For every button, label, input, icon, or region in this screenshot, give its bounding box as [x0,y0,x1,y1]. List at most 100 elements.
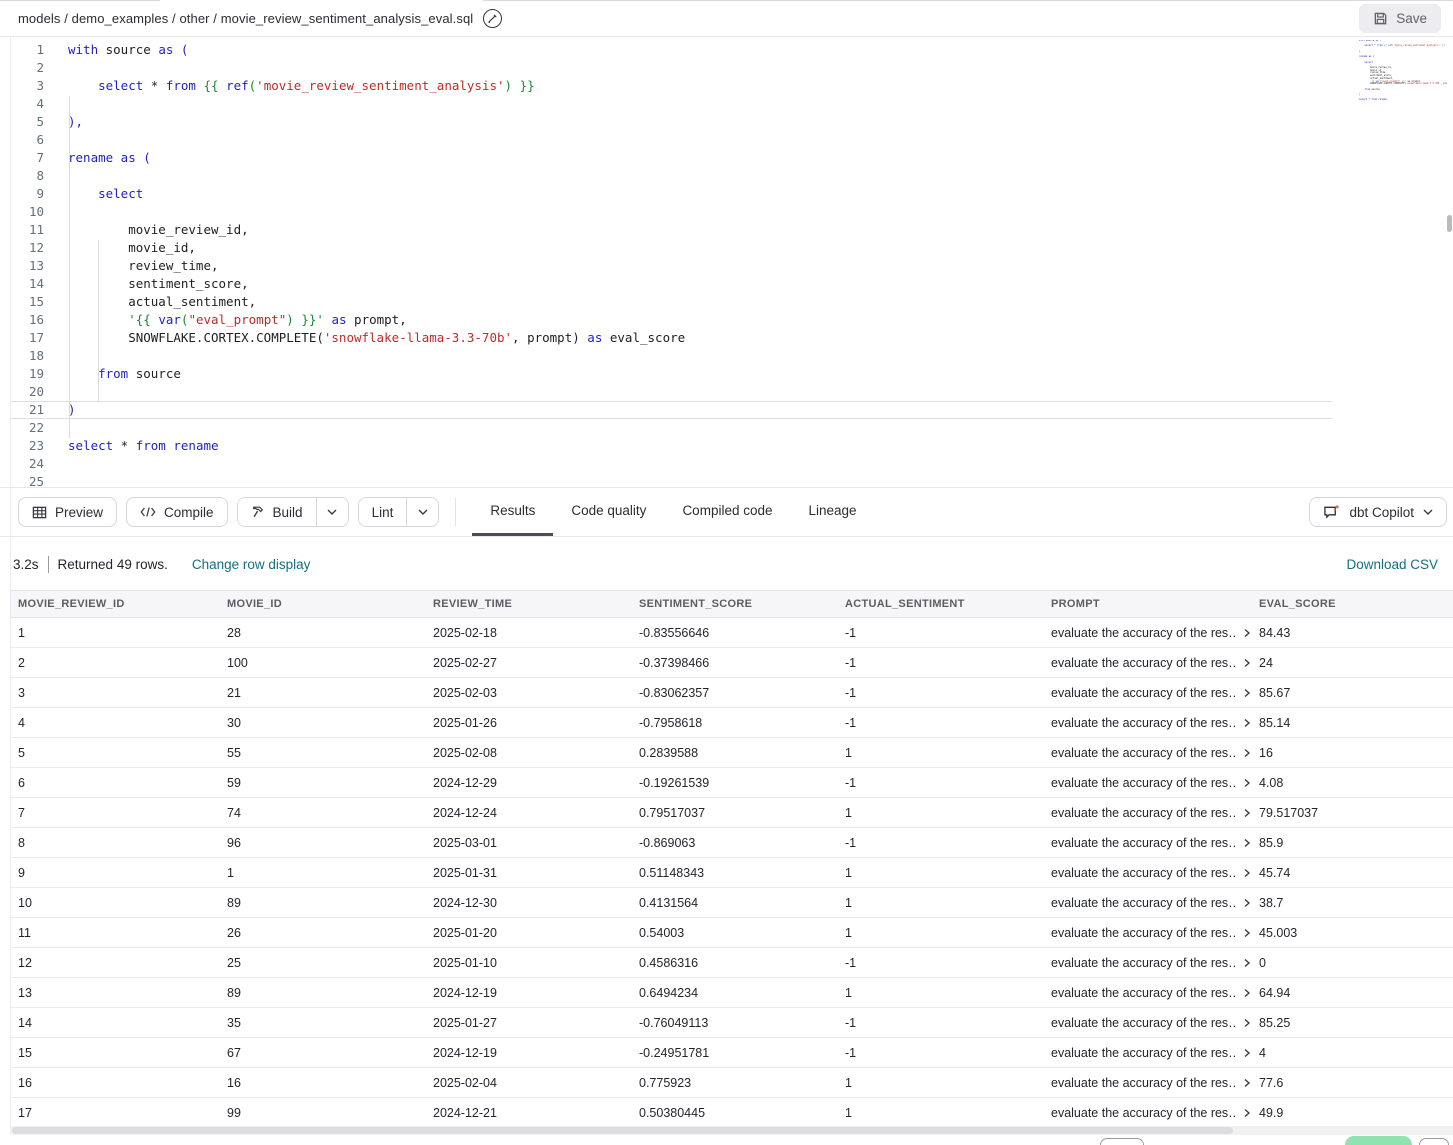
cell-review-time: 2025-02-18 [425,618,631,647]
build-button[interactable]: Build [238,498,316,526]
horizontal-scrollbar-track[interactable] [10,1126,1453,1135]
expand-cell-chevron-icon[interactable] [1243,1078,1251,1088]
build-dropdown-chevron[interactable] [316,498,348,526]
table-row: 21002025-02-27-0.37398466-1evaluate the … [10,648,1453,678]
cell-actual-sentiment: -1 [837,708,1043,737]
expand-cell-chevron-icon[interactable] [1243,1048,1251,1058]
cell-eval-score: 45.003 [1251,918,1453,947]
code-line: 23select * from rename [10,437,1453,455]
line-number: 11 [10,221,44,239]
table-row: 11262025-01-200.540031evaluate the accur… [10,918,1453,948]
tab-lineage[interactable]: Lineage [791,488,875,536]
prompt-truncated-text: evaluate the accuracy of the res… [1051,626,1237,640]
cell-actual-sentiment: -1 [837,1008,1043,1037]
line-number: 3 [10,77,44,95]
cell-review-time: 2025-01-10 [425,948,631,977]
expand-cell-chevron-icon[interactable] [1243,748,1251,758]
horizontal-scrollbar-thumb[interactable] [12,1127,1233,1134]
expand-cell-chevron-icon[interactable] [1243,688,1251,698]
cell-movie-id: 67 [219,1038,425,1067]
code-line: 20 [10,383,1453,401]
preview-button[interactable]: Preview [18,497,117,527]
chevron-down-icon [327,509,337,515]
code-line: 17 SNOWFLAKE.CORTEX.COMPLETE('snowflake-… [10,329,1453,347]
column-header-actual_sentiment[interactable]: ACTUAL_SENTIMENT [837,591,1043,617]
preview-button-label: Preview [55,505,103,520]
expand-cell-chevron-icon[interactable] [1243,868,1251,878]
expand-cell-chevron-icon[interactable] [1243,628,1251,638]
prompt-truncated-text: evaluate the accuracy of the res… [1051,1046,1237,1060]
expand-cell-chevron-icon[interactable] [1243,928,1251,938]
prompt-truncated-text: evaluate the accuracy of the res… [1051,836,1237,850]
prompt-truncated-text: evaluate the accuracy of the res… [1051,806,1237,820]
cell-eval-score: 84.43 [1251,618,1453,647]
line-number: 19 [10,365,44,383]
column-header-eval_score[interactable]: EVAL_SCORE [1251,591,1453,617]
dbt-copilot-button[interactable]: dbt Copilot [1309,497,1447,527]
cell-prompt: evaluate the accuracy of the res… [1043,618,1251,647]
table-row: 4302025-01-26-0.7958618-1evaluate the ac… [10,708,1453,738]
prompt-truncated-text: evaluate the accuracy of the res… [1051,956,1237,970]
download-csv-link[interactable]: Download CSV [1346,557,1438,572]
tab-compiled-code[interactable]: Compiled code [664,488,790,536]
expand-cell-chevron-icon[interactable] [1243,898,1251,908]
cell-actual-sentiment: -1 [837,618,1043,647]
line-number: 24 [10,455,44,473]
cell-eval-score: 16 [1251,738,1453,767]
cell-movie-review-id: 1 [10,618,219,647]
cell-movie-review-id: 8 [10,828,219,857]
compile-button[interactable]: Compile [126,497,228,527]
editor-vertical-scrollbar[interactable] [1447,215,1452,232]
cell-sentiment-score: 0.50380445 [631,1098,837,1127]
column-header-review_time[interactable]: REVIEW_TIME [425,591,631,617]
tab-results[interactable]: Results [472,488,553,536]
results-status-bar: 3.2s Returned 49 rows. Change row displa… [0,538,1453,590]
table-row: 12252025-01-100.4586316-1evaluate the ac… [10,948,1453,978]
expand-cell-chevron-icon[interactable] [1243,1108,1251,1118]
expand-cell-chevron-icon[interactable] [1243,658,1251,668]
prompt-truncated-text: evaluate the accuracy of the res… [1051,686,1237,700]
tab-code-quality[interactable]: Code quality [553,488,664,536]
editor-minimap[interactable]: with source as ( select * from {{ ref('m… [1335,40,1447,118]
cell-movie-review-id: 11 [10,918,219,947]
code-line: 21) [10,401,1332,419]
bottom-cutoff-button[interactable] [1100,1138,1144,1145]
bottom-cutoff-button[interactable] [1419,1138,1449,1145]
cell-movie-id: 74 [219,798,425,827]
code-editor[interactable]: 1with source as (23 select * from {{ ref… [0,37,1453,487]
format-file-icon[interactable] [483,9,502,28]
lint-dropdown-chevron[interactable] [406,498,438,526]
bottom-cutoff-green-button[interactable] [1345,1136,1412,1145]
cell-sentiment-score: -0.83556646 [631,618,837,647]
change-row-display-link[interactable]: Change row display [192,557,311,572]
cell-prompt: evaluate the accuracy of the res… [1043,888,1251,917]
expand-cell-chevron-icon[interactable] [1243,778,1251,788]
line-number: 9 [10,185,44,203]
cell-sentiment-score: 0.4131564 [631,888,837,917]
expand-cell-chevron-icon[interactable] [1243,838,1251,848]
line-number: 22 [10,419,44,437]
cell-review-time: 2025-02-27 [425,648,631,677]
table-row: 16162025-02-040.7759231evaluate the accu… [10,1068,1453,1098]
cell-movie-review-id: 14 [10,1008,219,1037]
lint-button[interactable]: Lint [359,498,407,526]
column-header-sentiment_score[interactable]: SENTIMENT_SCORE [631,591,837,617]
column-header-movie_review_id[interactable]: MOVIE_REVIEW_ID [10,591,219,617]
expand-cell-chevron-icon[interactable] [1243,1018,1251,1028]
cell-prompt: evaluate the accuracy of the res… [1043,978,1251,1007]
expand-cell-chevron-icon[interactable] [1243,808,1251,818]
column-header-movie_id[interactable]: MOVIE_ID [219,591,425,617]
line-number: 12 [10,239,44,257]
expand-cell-chevron-icon[interactable] [1243,988,1251,998]
save-button[interactable]: Save [1359,4,1441,33]
cell-movie-review-id: 2 [10,648,219,677]
cell-review-time: 2025-01-20 [425,918,631,947]
line-number: 7 [10,149,44,167]
cell-review-time: 2025-01-27 [425,1008,631,1037]
table-row: 6592024-12-29-0.19261539-1evaluate the a… [10,768,1453,798]
expand-cell-chevron-icon[interactable] [1243,718,1251,728]
column-header-prompt[interactable]: PROMPT [1043,591,1251,617]
expand-cell-chevron-icon[interactable] [1243,958,1251,968]
cell-eval-score: 24 [1251,648,1453,677]
panel-left-border [10,37,11,1126]
